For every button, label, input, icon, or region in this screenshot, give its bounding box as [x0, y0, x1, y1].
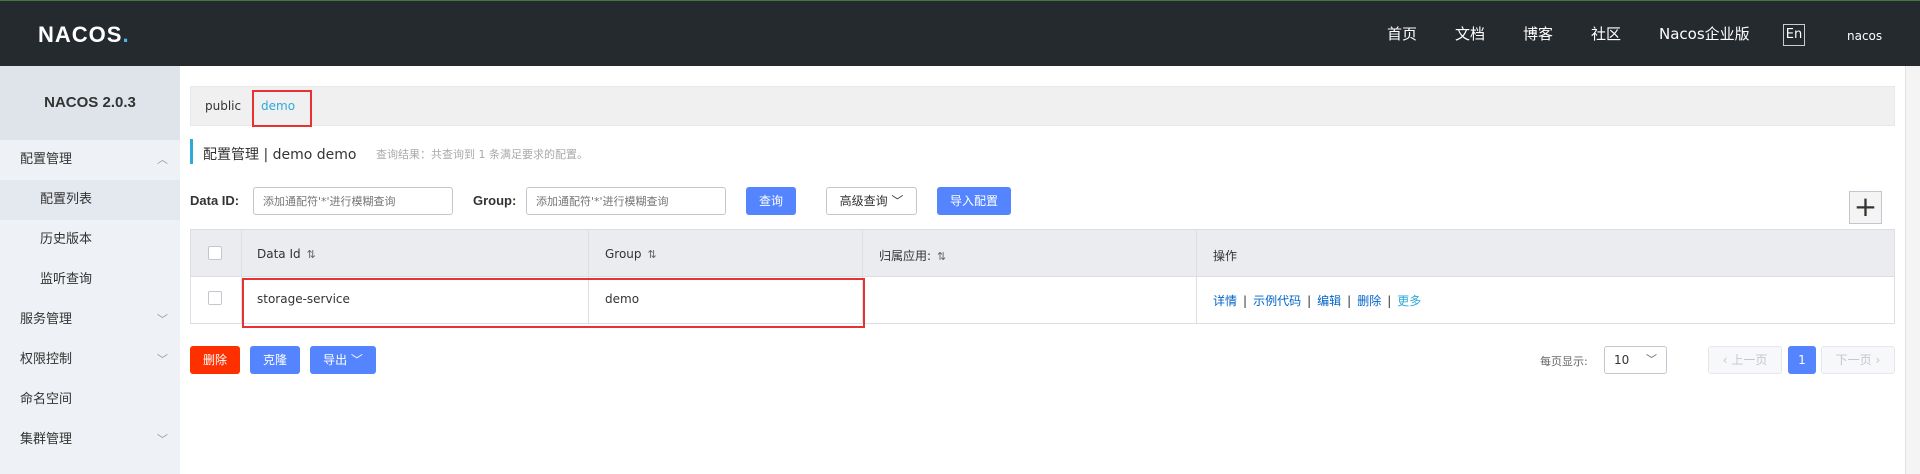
group-input[interactable]	[526, 187, 726, 215]
sort-icon[interactable]: ⇅	[307, 248, 316, 261]
top-navbar: NACOS. 首页 文档 博客 社区 Nacos企业版 En nacos	[0, 0, 1920, 66]
current-page-button[interactable]: 1	[1788, 346, 1816, 374]
next-page-button[interactable]: 下一页 ›	[1821, 346, 1895, 374]
sidebar-item-cluster-management[interactable]: 集群管理 ﹀	[0, 420, 180, 460]
bulk-delete-button[interactable]: 删除	[190, 346, 240, 374]
select-all-checkbox[interactable]	[208, 246, 222, 260]
more-link[interactable]: 更多	[1397, 294, 1421, 308]
user-menu[interactable]: nacos	[1847, 29, 1882, 43]
row-checkbox[interactable]	[208, 291, 222, 305]
sidebar-item-config-list[interactable]: 配置列表	[0, 180, 180, 220]
namespace-bar: public demo	[190, 86, 1895, 126]
prev-page-button[interactable]: ‹ 上一页	[1708, 346, 1782, 374]
page-title: 配置管理 | demo demo	[203, 147, 357, 163]
sort-icon[interactable]: ⇅	[648, 248, 657, 261]
group-label: Group:	[473, 193, 517, 208]
sidebar-item-service-management[interactable]: 服务管理 ﹀	[0, 300, 180, 340]
advanced-query-button[interactable]: 高级查询 ﹀	[826, 187, 917, 215]
namespace-tab-public[interactable]: public	[205, 99, 241, 113]
chevron-right-icon: ›	[1875, 353, 1881, 367]
highlight-box	[252, 90, 312, 127]
page-size-select[interactable]: 10 ﹀	[1604, 346, 1667, 374]
chevron-down-icon: ﹀	[1646, 353, 1657, 366]
add-config-button[interactable]: +	[1849, 191, 1882, 224]
nav-blog[interactable]: 博客	[1523, 23, 1553, 44]
column-header-app[interactable]: 归属应用: ⇅	[879, 247, 946, 264]
column-divider	[1196, 230, 1197, 323]
import-config-button[interactable]: 导入配置	[937, 187, 1011, 215]
sort-icon[interactable]: ⇅	[937, 250, 946, 263]
nav-community[interactable]: 社区	[1591, 23, 1621, 44]
chevron-down-icon: ﹀	[891, 194, 904, 208]
column-header-actions: 操作	[1213, 249, 1238, 263]
nacos-logo[interactable]: NACOS.	[38, 22, 130, 48]
nav-home[interactable]: 首页	[1387, 23, 1417, 44]
page-scrollbar[interactable]	[1905, 66, 1920, 474]
sidebar-item-namespace[interactable]: 命名空间	[0, 380, 180, 420]
search-button[interactable]: 查询	[746, 187, 796, 215]
nav-enterprise[interactable]: Nacos企业版	[1659, 23, 1750, 44]
sample-code-link[interactable]: 示例代码	[1253, 294, 1301, 308]
chevron-down-icon: ﹀	[157, 353, 168, 366]
data-id-input[interactable]	[253, 187, 453, 215]
row-actions: 详情 | 示例代码 | 编辑 | 删除 | 更多	[1213, 294, 1422, 308]
query-result-hint: 查询结果：共查询到 1 条满足要求的配置。	[376, 148, 588, 161]
page-size-label: 每页显示:	[1540, 355, 1588, 368]
sidebar: NACOS 2.0.3 配置管理 ︿ 配置列表 历史版本 监听查询 服务管理 ﹀…	[0, 66, 180, 474]
export-button[interactable]: 导出 ﹀	[310, 346, 376, 374]
highlight-box	[242, 278, 865, 328]
table-header: Data Id ⇅ Group ⇅ 归属应用: ⇅ 操作	[191, 230, 1894, 277]
edit-link[interactable]: 编辑	[1317, 294, 1341, 308]
sidebar-item-config-management[interactable]: 配置管理 ︿	[0, 140, 180, 180]
sidebar-version: NACOS 2.0.3	[0, 66, 180, 140]
detail-link[interactable]: 详情	[1213, 294, 1237, 308]
language-switch-button[interactable]: En	[1783, 24, 1805, 46]
bulk-clone-button[interactable]: 克隆	[250, 346, 300, 374]
chevron-down-icon: ﹀	[350, 353, 363, 367]
chevron-down-icon: ﹀	[157, 313, 168, 326]
column-header-data-id[interactable]: Data Id ⇅	[257, 247, 316, 261]
sidebar-item-listener-query[interactable]: 监听查询	[0, 260, 180, 300]
chevron-left-icon: ‹	[1722, 353, 1728, 367]
chevron-down-icon: ﹀	[157, 433, 168, 446]
sidebar-item-history[interactable]: 历史版本	[0, 220, 180, 260]
nav-docs[interactable]: 文档	[1455, 23, 1485, 44]
delete-link[interactable]: 删除	[1357, 294, 1381, 308]
chevron-up-icon: ︿	[157, 153, 168, 166]
data-id-label: Data ID:	[190, 193, 240, 208]
column-header-group[interactable]: Group ⇅	[605, 247, 657, 261]
sidebar-item-access-control[interactable]: 权限控制 ﹀	[0, 340, 180, 380]
title-accent-bar	[190, 139, 193, 164]
